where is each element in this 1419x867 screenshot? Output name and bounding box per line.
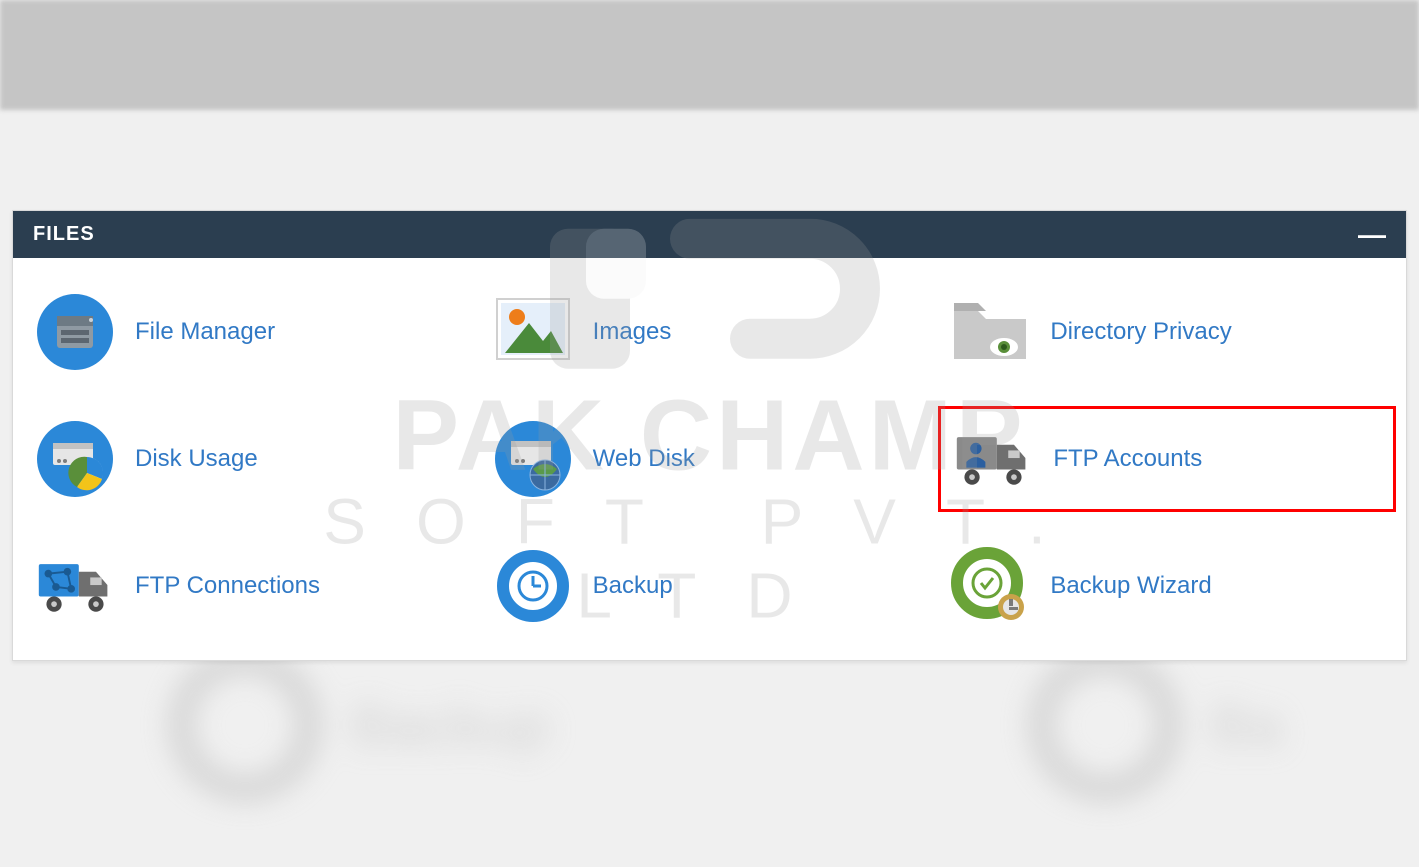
ghost-backup-wizard-icon xyxy=(1030,650,1180,800)
web-disk-icon xyxy=(493,419,573,499)
directory-privacy-icon xyxy=(950,292,1030,372)
files-panel: FILES — File Manager xyxy=(12,210,1407,661)
ftp-connections-icon xyxy=(35,546,115,626)
item-images[interactable]: Images xyxy=(481,286,939,378)
item-backup[interactable]: Backup xyxy=(481,540,939,632)
item-label: File Manager xyxy=(135,318,275,346)
item-label: FTP Connections xyxy=(135,572,320,600)
ghost-backup-icon xyxy=(170,650,320,800)
ghost-backup-wizard: Ba xyxy=(1030,650,1283,800)
item-disk-usage[interactable]: Disk Usage xyxy=(23,406,481,512)
collapse-button[interactable]: — xyxy=(1358,228,1386,242)
ghost-backup-wizard-label: Ba xyxy=(1210,691,1283,760)
item-label: Backup Wizard xyxy=(1050,572,1211,600)
backup-wizard-icon xyxy=(950,546,1030,626)
files-panel-body: File Manager Images xyxy=(13,258,1406,660)
item-label: Disk Usage xyxy=(135,445,258,473)
item-ftp-connections[interactable]: FTP Connections xyxy=(23,540,481,632)
file-manager-icon xyxy=(35,292,115,372)
item-label: Images xyxy=(593,318,672,346)
item-web-disk[interactable]: Web Disk xyxy=(481,406,939,512)
page-top-header xyxy=(0,0,1419,110)
panel-title: FILES xyxy=(33,223,95,246)
ghost-backup-label: Backup xyxy=(350,691,550,760)
disk-usage-icon xyxy=(35,419,115,499)
item-file-manager[interactable]: File Manager xyxy=(23,286,481,378)
item-backup-wizard[interactable]: Backup Wizard xyxy=(938,540,1396,632)
item-directory-privacy[interactable]: Directory Privacy xyxy=(938,286,1396,378)
ghost-backup: Backup xyxy=(170,650,550,800)
ftp-accounts-icon xyxy=(953,419,1033,499)
item-label: Backup xyxy=(593,572,673,600)
images-icon xyxy=(493,292,573,372)
item-label: Directory Privacy xyxy=(1050,318,1231,346)
item-label: FTP Accounts xyxy=(1053,445,1202,473)
item-ftp-accounts[interactable]: FTP Accounts xyxy=(938,406,1396,512)
backup-icon xyxy=(493,546,573,626)
files-panel-header: FILES — xyxy=(13,211,1406,258)
item-label: Web Disk xyxy=(593,445,695,473)
